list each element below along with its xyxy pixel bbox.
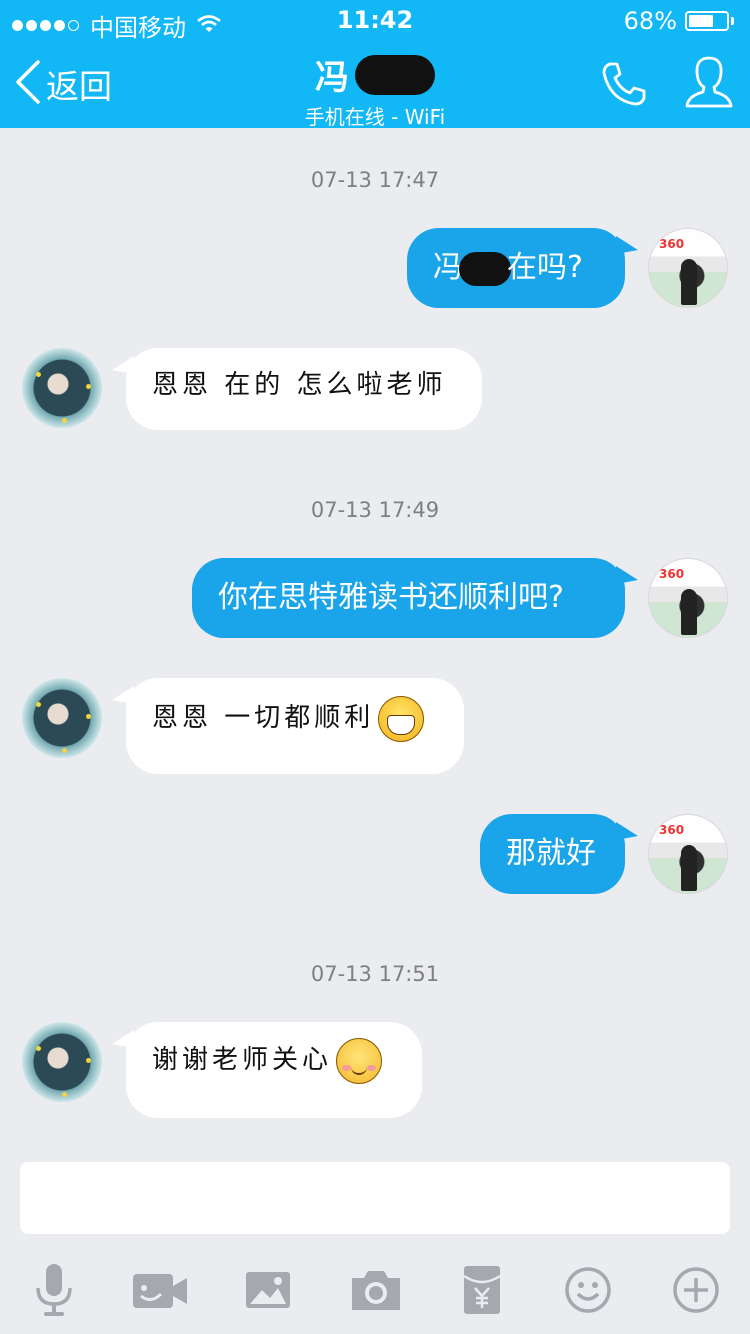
phone-icon bbox=[600, 62, 648, 112]
timestamp: 07-13 17:51 bbox=[310, 962, 440, 986]
image-button[interactable] bbox=[238, 1260, 298, 1320]
avatar-star bbox=[62, 748, 67, 753]
emoji-icon bbox=[558, 1267, 618, 1324]
emoji-cheek bbox=[367, 1065, 377, 1071]
camera-button[interactable] bbox=[346, 1260, 406, 1320]
red-packet-button[interactable] bbox=[452, 1260, 512, 1320]
emoji-teeth bbox=[387, 715, 416, 735]
teacher-avatar[interactable]: 360 bbox=[648, 814, 728, 894]
avatar-star bbox=[86, 1058, 91, 1063]
emoji-button[interactable] bbox=[558, 1260, 618, 1320]
battery-icon bbox=[685, 11, 729, 31]
bubble-tail bbox=[616, 822, 638, 840]
student-avatar[interactable] bbox=[22, 1022, 102, 1102]
outgoing-message[interactable]: 你在思特雅读书还顺利吧? bbox=[192, 558, 625, 638]
video-icon bbox=[130, 1274, 190, 1324]
bubble-tail bbox=[616, 236, 638, 254]
smile-emoji-icon bbox=[336, 1038, 383, 1084]
avatar-star bbox=[86, 384, 91, 389]
emoji-mouth bbox=[351, 1065, 368, 1075]
status-bar: 中国移动 11:42 68% bbox=[0, 0, 750, 42]
avatar-star bbox=[86, 714, 91, 719]
outgoing-message[interactable]: 冯在吗? bbox=[407, 228, 625, 308]
message-text: 恩恩 一切都顺利 bbox=[152, 703, 375, 733]
avatar-star bbox=[62, 1092, 67, 1097]
person-icon bbox=[684, 56, 734, 114]
red-packet-icon bbox=[452, 1266, 512, 1324]
battery-tip bbox=[731, 17, 734, 25]
message-text: 谢谢老师关心 bbox=[152, 1045, 333, 1075]
teacher-avatar[interactable]: 360 bbox=[648, 228, 728, 308]
avatar-figure bbox=[681, 845, 697, 891]
student-avatar[interactable] bbox=[22, 348, 102, 428]
redaction-mark bbox=[459, 251, 511, 286]
avatar-star bbox=[36, 702, 41, 707]
battery-percent: 68% bbox=[623, 7, 677, 35]
outgoing-message[interactable]: 那就好 bbox=[480, 814, 625, 894]
avatar-figure bbox=[681, 259, 697, 305]
message-text: 那就好 bbox=[506, 836, 596, 871]
emoji-cheek bbox=[342, 1065, 352, 1071]
header: 中国移动 11:42 68% 返回 冯 手机在线 - WiFi bbox=[0, 0, 750, 129]
microphone-icon bbox=[24, 1264, 84, 1324]
avatar-logo: 360 bbox=[659, 567, 685, 581]
timestamp: 07-13 17:49 bbox=[310, 498, 440, 522]
plus-icon bbox=[666, 1267, 726, 1324]
camera-icon bbox=[346, 1271, 406, 1324]
message-text: 恩恩 在的 怎么啦老师 bbox=[152, 370, 447, 400]
incoming-message[interactable]: 恩恩 一切都顺利 bbox=[126, 678, 464, 774]
message-input[interactable] bbox=[20, 1162, 730, 1234]
battery-fill bbox=[689, 15, 714, 27]
avatar-star bbox=[62, 418, 67, 423]
avatar-figure bbox=[681, 589, 697, 635]
call-button[interactable] bbox=[600, 60, 648, 112]
redaction-mark bbox=[355, 54, 435, 95]
incoming-message[interactable]: 谢谢老师关心 bbox=[126, 1022, 422, 1118]
voice-button[interactable] bbox=[24, 1260, 84, 1320]
contact-name-text: 冯 bbox=[315, 58, 349, 98]
message-text: 在吗? bbox=[507, 250, 583, 285]
video-button[interactable] bbox=[130, 1260, 190, 1320]
more-button[interactable] bbox=[666, 1260, 726, 1320]
input-toolbar bbox=[0, 1252, 750, 1322]
message-text: 你在思特雅读书还顺利吧? bbox=[218, 580, 564, 615]
image-icon bbox=[238, 1272, 298, 1324]
student-avatar[interactable] bbox=[22, 678, 102, 758]
grin-emoji-icon bbox=[378, 696, 425, 742]
avatar-star bbox=[36, 1046, 41, 1051]
contact-name: 冯 bbox=[315, 50, 435, 99]
profile-button[interactable] bbox=[684, 54, 734, 114]
bubble-tail bbox=[616, 566, 638, 584]
battery-indicator: 68% bbox=[624, 7, 734, 35]
avatar-logo: 360 bbox=[659, 237, 685, 251]
teacher-avatar[interactable]: 360 bbox=[648, 558, 728, 638]
chat-area[interactable]: 07-13 17:47 冯在吗? 360 恩恩 在的 怎么啦老师 07-13 1… bbox=[0, 128, 750, 1148]
avatar-star bbox=[36, 372, 41, 377]
incoming-message[interactable]: 恩恩 在的 怎么啦老师 bbox=[126, 348, 482, 430]
timestamp: 07-13 17:47 bbox=[310, 168, 440, 192]
avatar-logo: 360 bbox=[659, 823, 685, 837]
